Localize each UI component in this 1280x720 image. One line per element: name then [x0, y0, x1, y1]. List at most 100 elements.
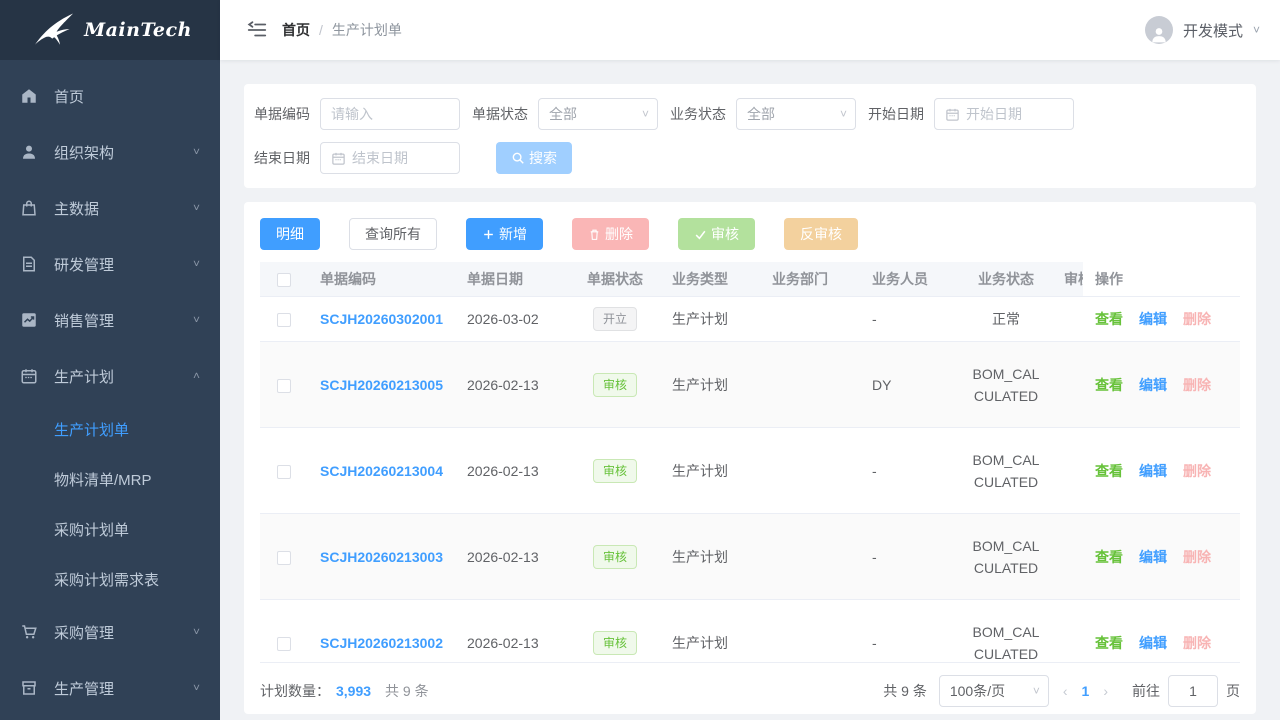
filter-label: 单据编码 [254, 104, 320, 124]
avatar[interactable] [1145, 16, 1173, 44]
cell-actions: 查看编辑删除 [1083, 428, 1240, 514]
row-checkbox[interactable] [277, 551, 291, 565]
document-code-link[interactable]: SCJH20260213005... [320, 377, 443, 393]
calendar-small-icon [331, 151, 346, 166]
toolbar-button-审核[interactable]: 审核 [678, 218, 755, 250]
search-button[interactable]: 搜索 [496, 142, 572, 174]
cell-dept [760, 297, 860, 342]
edit-action-link[interactable]: 编辑 [1139, 311, 1167, 327]
toolbar-button-label: 明细 [276, 224, 304, 244]
user-mode-label[interactable]: 开发模式 [1183, 20, 1243, 41]
cell-date: 2026-02-13 [455, 600, 570, 663]
breadcrumb-home[interactable]: 首页 [282, 20, 310, 40]
sidebar-item-2[interactable]: 主数据 ˅ [0, 180, 220, 236]
search-group: 搜索 [472, 142, 584, 174]
sidebar-item-0[interactable]: 首页 [0, 68, 220, 124]
sidebar-item-3[interactable]: 研发管理 ˅ [0, 236, 220, 292]
filter-select[interactable]: 全部˅ [736, 98, 856, 130]
row-checkbox-cell [260, 514, 308, 600]
filter-date-input[interactable] [966, 106, 1063, 122]
current-page[interactable]: 1 [1078, 683, 1094, 699]
edit-action-link[interactable]: 编辑 [1139, 463, 1167, 479]
sidebar-subitem-6[interactable]: 生产计划单 [0, 404, 220, 454]
cell-date: 2026-03-02 [455, 297, 570, 342]
chart-icon [20, 311, 38, 329]
plan-count-value: 3,993 [336, 683, 371, 699]
trash-icon [588, 228, 601, 241]
sidebar-subitem-7[interactable]: 物料清单/MRP [0, 454, 220, 504]
home-icon [20, 87, 38, 105]
document-code-link[interactable]: SCJH20260213003... [320, 549, 443, 565]
filter-text-input[interactable] [331, 106, 449, 122]
document-code-link[interactable]: SCJH20260302001... [320, 311, 443, 327]
delete-action-link[interactable]: 删除 [1183, 549, 1211, 565]
toolbar-button-查询所有[interactable]: 查询所有 [349, 218, 437, 250]
sidebar-item-label: 生产计划 [54, 366, 193, 387]
plan-count: 计划数量： 3,993 共 9 条 [260, 681, 429, 701]
chevron-down-icon[interactable]: ˅ [1253, 23, 1260, 37]
view-action-link[interactable]: 查看 [1095, 463, 1123, 479]
delete-action-link[interactable]: 删除 [1183, 377, 1211, 393]
page-size-select[interactable]: 100条/页 ˅ [939, 675, 1049, 707]
user-menu[interactable]: 开发模式 ˅ [1145, 16, 1260, 44]
filter-date-input[interactable] [352, 150, 449, 166]
filter-text-field[interactable] [320, 98, 460, 130]
row-checkbox[interactable] [277, 465, 291, 479]
sidebar-subitem-label: 采购计划需求表 [54, 569, 159, 590]
row-checkbox[interactable] [277, 313, 291, 327]
sidebar-item-11[interactable]: 生产管理 ˅ [0, 660, 220, 716]
pagination: 共 9 条 100条/页 ˅ ‹ 1 › 前往 页 [883, 675, 1240, 707]
document-icon [20, 255, 38, 273]
sidebar-subitem-8[interactable]: 采购计划单 [0, 504, 220, 554]
column-header-checkbox[interactable] [260, 262, 308, 297]
filter-group-3: 开始日期 [868, 98, 1086, 130]
delete-action-link[interactable]: 删除 [1183, 311, 1211, 327]
row-checkbox-cell [260, 297, 308, 342]
filter-select-value: 全部 [549, 104, 577, 124]
sidebar-subitem-9[interactable]: 采购计划需求表 [0, 554, 220, 604]
column-header-业务人员: 业务人员 [860, 262, 960, 297]
view-action-link[interactable]: 查看 [1095, 311, 1123, 327]
document-code-link[interactable]: SCJH20260213002... [320, 635, 443, 651]
table-row: SCJH20260213005... 2026-02-13 审核 生产计划 DY… [260, 342, 1240, 428]
sidebar-fold-icon[interactable] [246, 19, 268, 41]
sidebar-item-5[interactable]: 生产计划 ˄ [0, 348, 220, 404]
cell-biz-status: 正常 [960, 297, 1052, 342]
chevron-down-icon: ˅ [193, 202, 200, 215]
sidebar-item-10[interactable]: 采购管理 ˅ [0, 604, 220, 660]
delete-action-link[interactable]: 删除 [1183, 463, 1211, 479]
filter-date-field[interactable] [320, 142, 460, 174]
view-action-link[interactable]: 查看 [1095, 377, 1123, 393]
chart-icon [20, 311, 38, 329]
next-page-icon[interactable]: › [1093, 683, 1118, 699]
delete-action-link[interactable]: 删除 [1183, 635, 1211, 651]
cell-person: DY [860, 342, 960, 428]
view-action-link[interactable]: 查看 [1095, 635, 1123, 651]
edit-action-link[interactable]: 编辑 [1139, 635, 1167, 651]
filter-select[interactable]: 全部˅ [538, 98, 658, 130]
document-code-link[interactable]: SCJH20260213004... [320, 463, 443, 479]
view-action-link[interactable]: 查看 [1095, 549, 1123, 565]
toolbar-button-明细[interactable]: 明细 [260, 218, 320, 250]
toolbar-button-反审核[interactable]: 反审核 [784, 218, 858, 250]
sidebar-item-1[interactable]: 组织架构 ˅ [0, 124, 220, 180]
logo: MainTech [0, 0, 220, 60]
data-table-wrapper[interactable]: 单据编码单据日期单据状态业务类型业务部门业务人员业务状态审核人操作 SCJH20… [260, 262, 1240, 663]
edit-action-link[interactable]: 编辑 [1139, 549, 1167, 565]
row-checkbox[interactable] [277, 637, 291, 651]
chevron-down-icon: ˅ [193, 314, 200, 327]
select-all-checkbox[interactable] [277, 273, 291, 287]
toolbar-button-新增[interactable]: 新增 [466, 218, 543, 250]
filter-date-field[interactable] [934, 98, 1074, 130]
prev-page-icon[interactable]: ‹ [1053, 683, 1078, 699]
page-content: 单据编码单据状态全部˅业务状态全部˅开始日期结束日期搜索 明细查询所有新增删除审… [220, 60, 1280, 720]
goto-page-input[interactable] [1168, 675, 1218, 707]
filter-label: 业务状态 [670, 104, 736, 124]
row-checkbox[interactable] [277, 379, 291, 393]
toolbar-button-删除[interactable]: 删除 [572, 218, 649, 250]
calendar-icon [945, 107, 960, 122]
bag-icon [20, 199, 38, 217]
edit-action-link[interactable]: 编辑 [1139, 377, 1167, 393]
sidebar-item-4[interactable]: 销售管理 ˅ [0, 292, 220, 348]
sidebar-item-label: 研发管理 [54, 254, 193, 275]
